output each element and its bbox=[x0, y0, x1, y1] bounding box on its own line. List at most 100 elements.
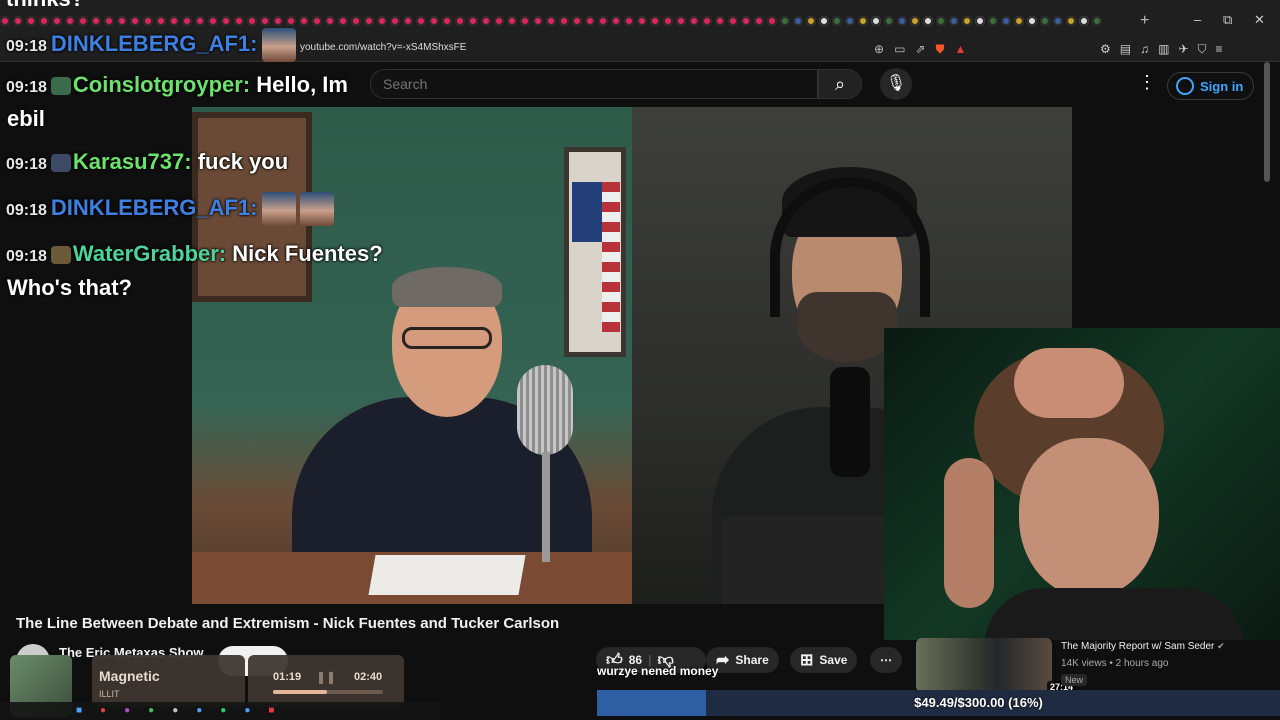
tab-favicon[interactable] bbox=[962, 16, 972, 26]
recommended-channel[interactable]: The Majority Report w/ Sam Seder ✔ bbox=[1061, 641, 1225, 652]
minimize-button[interactable]: – bbox=[1194, 12, 1201, 27]
extension-icon[interactable]: ⚙ bbox=[1100, 42, 1111, 57]
wallet-icon[interactable]: ✈ bbox=[1178, 42, 1188, 57]
save-icon: ⊞ bbox=[800, 652, 814, 669]
chat-message: 09:18 Coinslotgroyper: Hello, Im bbox=[6, 72, 348, 98]
vpn-icon[interactable]: ⛉ bbox=[1198, 42, 1207, 57]
close-window-button[interactable]: ✕ bbox=[1254, 12, 1265, 28]
app-icon[interactable]: ● bbox=[172, 705, 178, 716]
tab-favicon[interactable] bbox=[676, 16, 686, 26]
tab-favicon[interactable] bbox=[793, 16, 803, 26]
tab-favicon[interactable] bbox=[884, 16, 894, 26]
brave-shield-icon[interactable]: ⛊ bbox=[935, 42, 944, 57]
tab-favicon[interactable] bbox=[1066, 16, 1076, 26]
save-label: Save bbox=[819, 653, 848, 667]
tab-favicon[interactable] bbox=[923, 16, 933, 26]
tab-favicon[interactable] bbox=[572, 16, 582, 26]
tab-favicon[interactable] bbox=[767, 16, 777, 26]
tab-favicon[interactable] bbox=[1014, 16, 1024, 26]
cast-icon[interactable]: ▭ bbox=[894, 42, 905, 57]
tab-favicon[interactable] bbox=[585, 16, 595, 26]
tab-favicon[interactable] bbox=[559, 16, 569, 26]
tab-favicon[interactable] bbox=[1027, 16, 1037, 26]
tab-favicon[interactable] bbox=[715, 16, 725, 26]
tab-favicon[interactable] bbox=[598, 16, 608, 26]
tab-favicon[interactable] bbox=[1040, 16, 1050, 26]
tab-favicon[interactable] bbox=[650, 16, 660, 26]
track-artist: ILLIT bbox=[99, 689, 120, 699]
share-page-icon[interactable]: ⇗ bbox=[915, 42, 925, 57]
chat-message: 09:18 DINKLEBERG_AF1: bbox=[6, 28, 296, 62]
desk-papers bbox=[368, 555, 526, 595]
search-button[interactable]: ⌕ bbox=[818, 69, 862, 99]
media-icon[interactable]: ♫ bbox=[1140, 42, 1149, 57]
donation-goal-text: $49.49/$300.00 (16%) bbox=[914, 695, 1043, 710]
extension-icons: ⚙ ▤ ♫ ▥ ✈ ⛉ ≡ bbox=[1100, 42, 1223, 57]
tab-favicon[interactable] bbox=[832, 16, 842, 26]
tab-favicon[interactable] bbox=[1092, 16, 1102, 26]
restore-button[interactable]: ⧉ bbox=[1223, 12, 1232, 28]
track-title: Magnetic bbox=[99, 668, 160, 684]
page-scrollbar[interactable] bbox=[1264, 62, 1270, 182]
tab-favicon[interactable] bbox=[1001, 16, 1011, 26]
tab-favicon[interactable] bbox=[845, 16, 855, 26]
tab-favicon[interactable] bbox=[637, 16, 647, 26]
tab-favicon[interactable] bbox=[624, 16, 634, 26]
track-progress-bar bbox=[273, 690, 383, 694]
brave-icon[interactable]: ■ bbox=[268, 705, 274, 716]
more-vert-icon[interactable]: ⋮ bbox=[1138, 72, 1156, 93]
account-icon bbox=[1176, 77, 1194, 95]
tab-favicon[interactable] bbox=[975, 16, 985, 26]
tab-favicon[interactable] bbox=[520, 16, 530, 26]
tab-favicon[interactable] bbox=[988, 16, 998, 26]
emote-icon bbox=[261, 28, 296, 62]
chat-username: Karasu737: bbox=[72, 149, 192, 174]
brave-rewards-icon[interactable]: ▲ bbox=[954, 42, 966, 57]
tab-favicon[interactable] bbox=[533, 16, 543, 26]
new-tab-button[interactable]: + bbox=[1140, 12, 1149, 30]
tab-favicon[interactable] bbox=[611, 16, 621, 26]
spotify-icon[interactable]: ● bbox=[220, 705, 226, 716]
more-actions-button[interactable]: ⋯ bbox=[870, 647, 902, 673]
file-explorer-icon[interactable]: ■ bbox=[76, 705, 82, 716]
chat-text: fuck you bbox=[197, 149, 289, 174]
tab-favicon[interactable] bbox=[780, 16, 790, 26]
tab-favicon[interactable] bbox=[546, 16, 556, 26]
tab-favicon[interactable] bbox=[754, 16, 764, 26]
app-icon[interactable]: ● bbox=[196, 705, 202, 716]
tab-favicon[interactable] bbox=[910, 16, 920, 26]
menu-icon[interactable]: ≡ bbox=[1216, 42, 1223, 57]
tab-favicon[interactable] bbox=[741, 16, 751, 26]
app-icon[interactable]: ● bbox=[100, 705, 106, 716]
tab-favicon[interactable] bbox=[819, 16, 829, 26]
app-icon[interactable]: ● bbox=[124, 705, 130, 716]
tab-favicon[interactable] bbox=[871, 16, 881, 26]
chat-timestamp: 09:18 bbox=[6, 79, 47, 96]
tab-favicon[interactable] bbox=[1079, 16, 1089, 26]
reader-icon[interactable]: ▤ bbox=[1120, 42, 1131, 57]
tab-favicon[interactable] bbox=[663, 16, 673, 26]
tab-favicon[interactable] bbox=[689, 16, 699, 26]
tab-favicon[interactable] bbox=[858, 16, 868, 26]
host-glasses bbox=[402, 327, 492, 349]
tab-favicon[interactable] bbox=[936, 16, 946, 26]
recommended-thumbnail[interactable] bbox=[916, 638, 1052, 692]
voice-search-button[interactable]: 🎙︎ bbox=[880, 68, 912, 100]
app-icon[interactable]: ● bbox=[244, 705, 250, 716]
tab-favicon[interactable] bbox=[806, 16, 816, 26]
tab-favicon[interactable] bbox=[897, 16, 907, 26]
chrome-icon[interactable]: ● bbox=[148, 705, 154, 716]
chat-timestamp: 09:18 bbox=[6, 156, 47, 173]
zoom-icon[interactable]: ⊕ bbox=[874, 42, 884, 57]
tab-favicon[interactable] bbox=[949, 16, 959, 26]
sidebar-icon[interactable]: ▥ bbox=[1158, 42, 1169, 57]
chat-text: Hello, Im bbox=[256, 72, 348, 97]
chat-timestamp: 09:18 bbox=[6, 37, 47, 55]
chat-message: 09:18 DINKLEBERG_AF1: bbox=[6, 192, 334, 226]
save-button[interactable]: ⊞ Save bbox=[790, 647, 858, 673]
tab-favicon[interactable] bbox=[702, 16, 712, 26]
sign-in-button[interactable]: Sign in bbox=[1167, 72, 1255, 100]
tab-favicon[interactable] bbox=[728, 16, 738, 26]
chat-username: DINKLEBERG_AF1: bbox=[50, 30, 258, 56]
tab-favicon[interactable] bbox=[1053, 16, 1063, 26]
